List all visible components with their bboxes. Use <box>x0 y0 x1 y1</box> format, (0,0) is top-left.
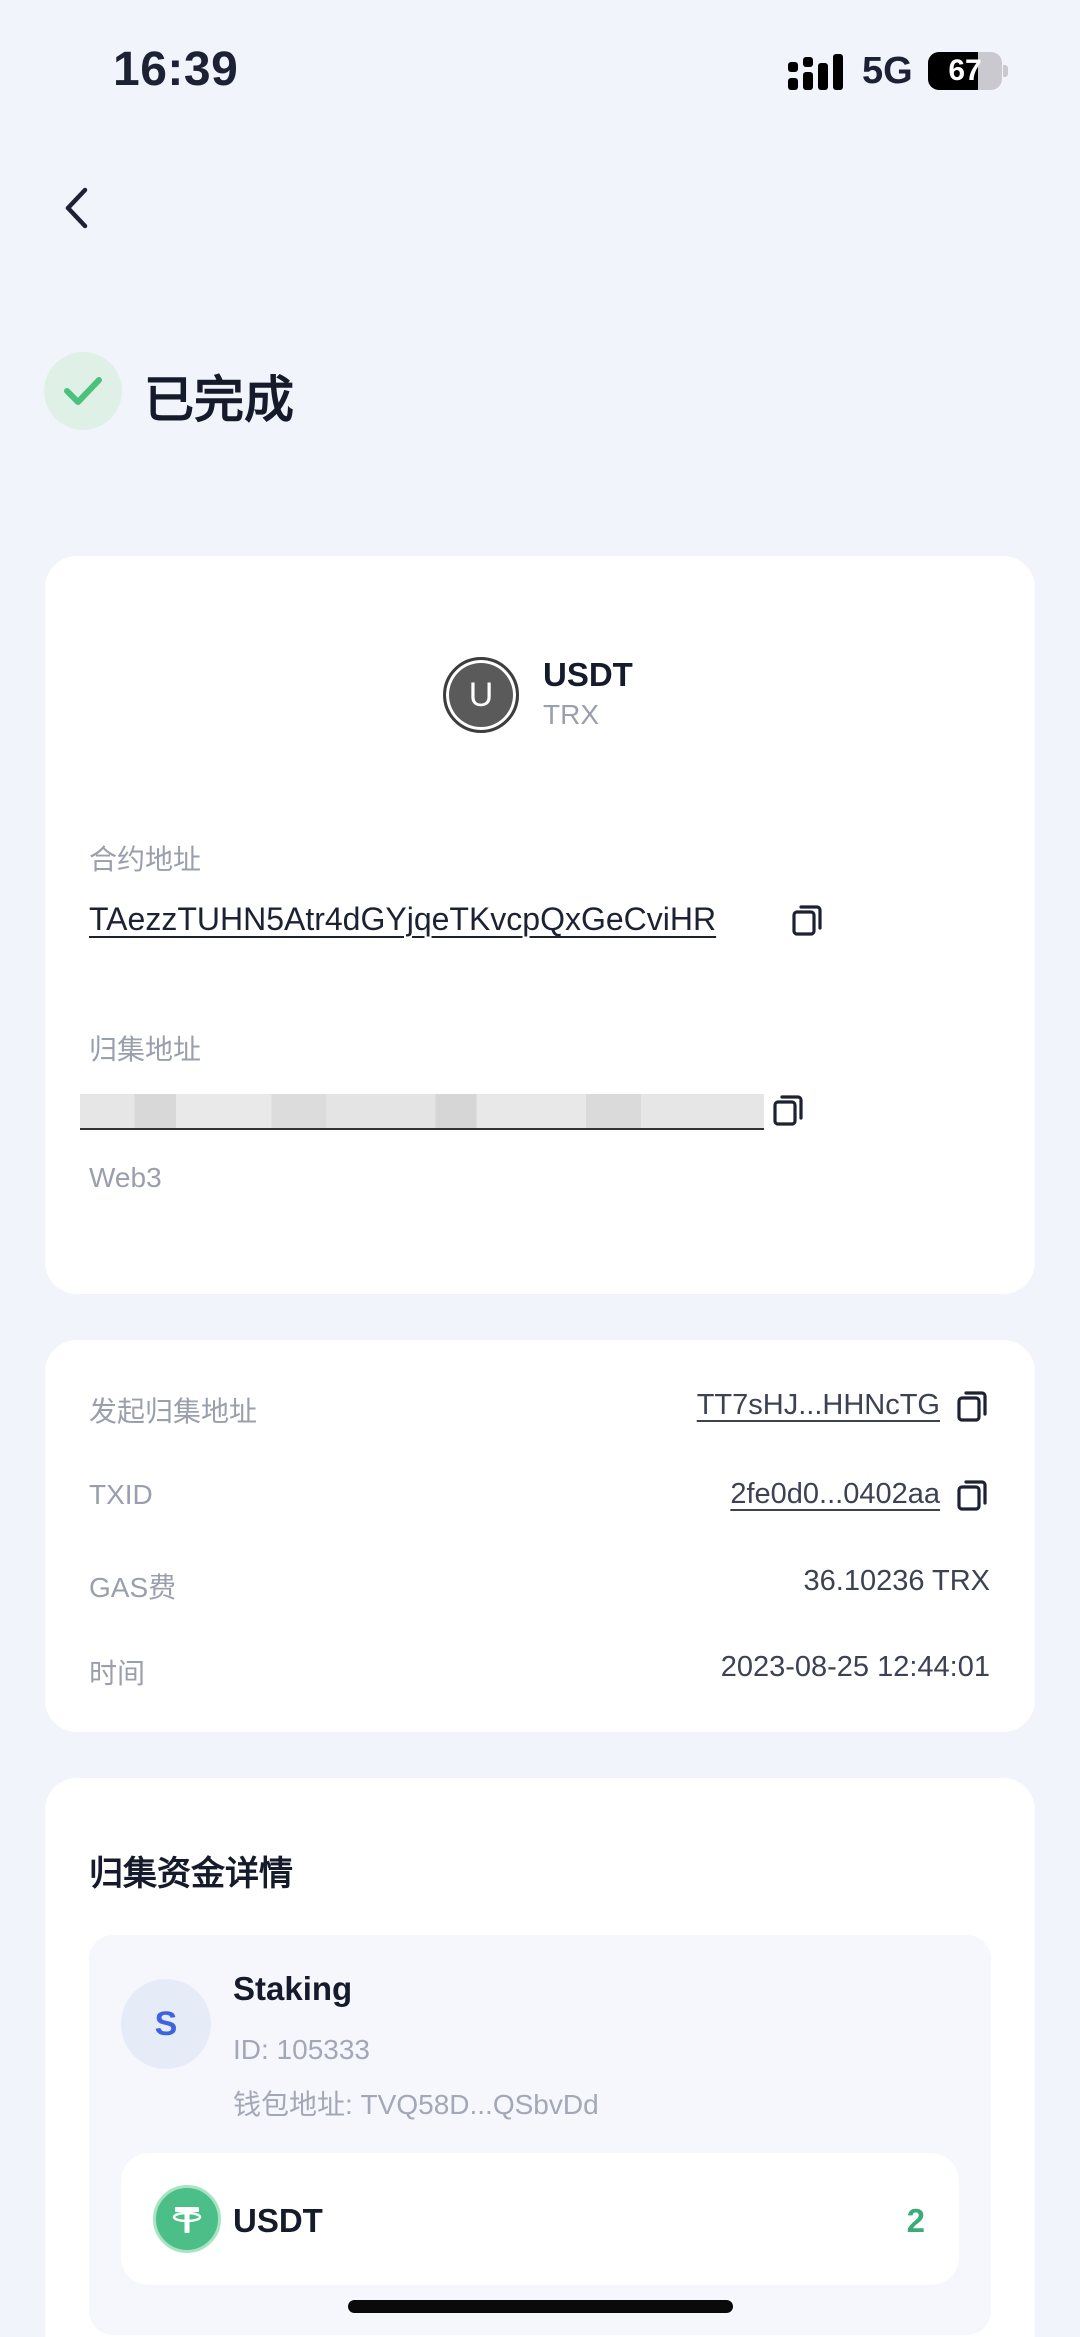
network-type: 5G <box>862 50 913 92</box>
tether-icon <box>153 2185 221 2253</box>
account-avatar: S <box>121 1979 211 2069</box>
tether-glyph <box>172 2207 202 2233</box>
copy-icon[interactable] <box>791 903 825 937</box>
collection-address-note: Web3 <box>89 1162 162 1193</box>
txid-link[interactable]: 2fe0d0...0402aa <box>730 1478 940 1511</box>
token-chain: TRX <box>543 699 599 730</box>
collection-address-label: 归集地址 <box>89 1034 202 1065</box>
status-title: 已完成 <box>144 372 294 428</box>
account-name: Staking <box>233 1970 353 2007</box>
check-icon <box>64 377 102 405</box>
copy-icon[interactable] <box>772 1093 806 1127</box>
token-name: USDT <box>543 656 633 693</box>
gas-fee-label: GAS费 <box>89 1572 177 1603</box>
chevron-left-icon <box>65 187 88 229</box>
time-value: 2023-08-25 12:44:01 <box>720 1651 990 1683</box>
home-indicator[interactable] <box>348 2300 733 2313</box>
initiator-address-label: 发起归集地址 <box>89 1396 258 1427</box>
status-time: 16:39 <box>113 43 239 96</box>
gas-fee-value: 36.10236 TRX <box>803 1565 991 1597</box>
collection-address-redacted[interactable] <box>80 1094 764 1130</box>
status-check-badge <box>44 352 122 430</box>
initiator-address-link[interactable]: TT7sHJ...HHNcTG <box>697 1389 940 1422</box>
token-avatar: U <box>443 657 519 733</box>
contract-address-link[interactable]: TAezzTUHN5Atr4dGYjqeTKvcpQxGeCviHR <box>89 901 716 938</box>
copy-icon[interactable] <box>956 1478 990 1512</box>
contract-address-label: 合约地址 <box>89 844 202 875</box>
signal-icon <box>788 54 843 90</box>
back-button[interactable] <box>56 180 96 236</box>
time-label: 时间 <box>89 1658 146 1689</box>
txid-label: TXID <box>89 1479 153 1510</box>
asset-name: USDT <box>233 2202 323 2239</box>
battery-percent: 67 <box>948 54 982 87</box>
asset-amount: 2 <box>906 2202 925 2239</box>
account-id: ID: 105333 <box>233 2034 370 2065</box>
account-wallet-address: 钱包地址: TVQ58D...QSbvDd <box>233 2089 599 2120</box>
funds-section-title: 归集资金详情 <box>89 1855 293 1893</box>
copy-icon[interactable] <box>956 1389 990 1423</box>
battery-icon: 67 <box>928 52 1008 90</box>
